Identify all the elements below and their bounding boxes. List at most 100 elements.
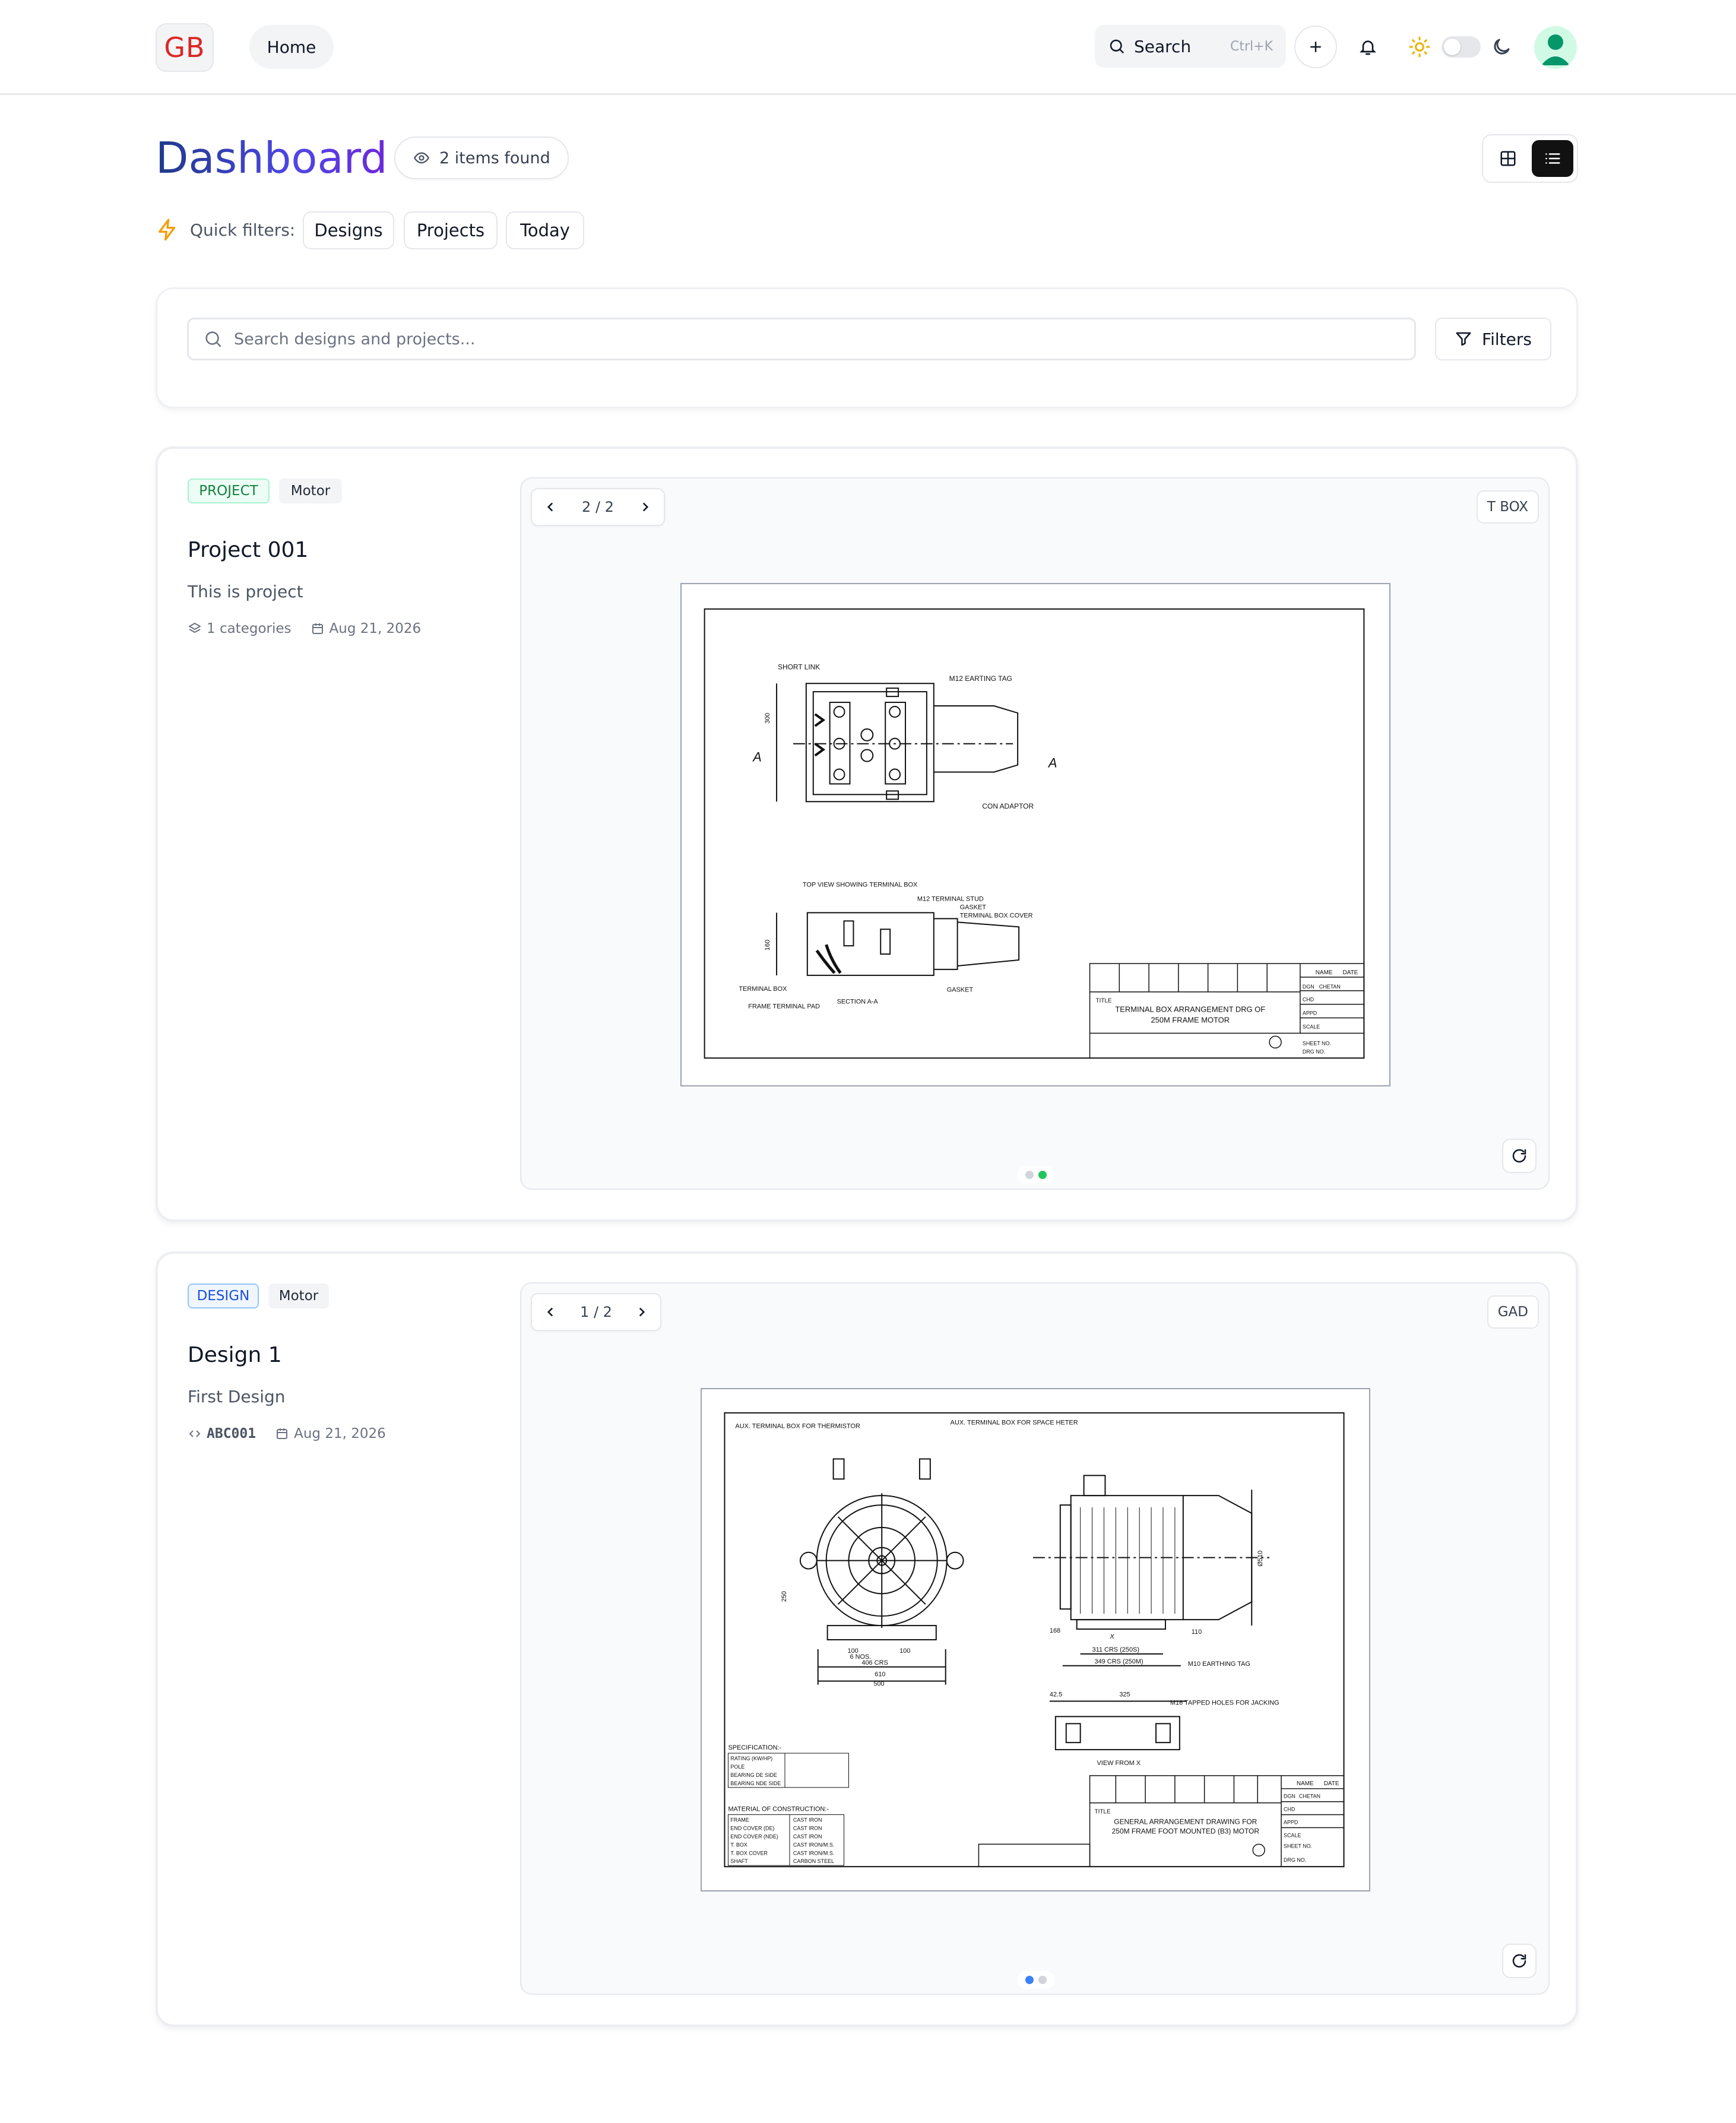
- sheet-dot-1-active[interactable]: [1025, 1976, 1034, 1984]
- drawing-dim-250: 250: [781, 1591, 788, 1602]
- global-search-button[interactable]: Search Ctrl+K: [1095, 25, 1286, 68]
- drawing-label-6-nos: 6 NOS.: [850, 1653, 871, 1661]
- title-block-title-label: TITLE: [1095, 1809, 1111, 1815]
- title-block-name: NAME: [1316, 969, 1333, 976]
- item-type-badge: PROJECT: [188, 479, 270, 503]
- drawing-label-top-view: TOP VIEW SHOWING TERMINAL BOX: [803, 882, 918, 889]
- drawing-dim-dia-510: Ø510: [1257, 1551, 1264, 1567]
- funnel-icon: [1456, 332, 1471, 346]
- chevron-right-icon[interactable]: [638, 499, 653, 515]
- drawing-dim-160: 160: [764, 940, 771, 950]
- drawing-label-aux-tb-thermistor: AUX. TERMINAL BOX FOR THERMISTOR: [735, 1423, 860, 1430]
- sheet-dots: [1017, 1971, 1055, 1989]
- view-mode-toggle: [1482, 134, 1578, 183]
- notifications-button[interactable]: [1356, 35, 1380, 59]
- spec-row-pole: POLE: [730, 1764, 745, 1770]
- search-input[interactable]: [234, 329, 1362, 348]
- drawing-label-gasket-top: GASKET: [960, 904, 987, 911]
- item-date-text: Aug 21, 2026: [329, 621, 422, 636]
- user-avatar[interactable]: [1534, 26, 1577, 69]
- design-code-text: ABC001: [207, 1426, 256, 1441]
- spec-row-bearing-de: BEARING DE SIDE: [730, 1772, 777, 1778]
- drawing-label-m12-terminal-stud: M12 TERMINAL STUD: [917, 895, 984, 902]
- chevron-left-icon[interactable]: [543, 499, 558, 515]
- sheet-dot-1[interactable]: [1025, 1171, 1034, 1179]
- top-navigation-bar: GB Home Search Ctrl+K: [0, 0, 1736, 95]
- grid-view-button[interactable]: [1489, 140, 1527, 177]
- material-row-1-part: FRAME: [730, 1817, 749, 1823]
- drawing-label-m12-earting-tag: M12 EARTING TAG: [949, 674, 1012, 683]
- material-row-3-material: CAST IRON: [793, 1833, 822, 1839]
- sheet-pager: 1 / 2: [531, 1293, 661, 1331]
- title-block-name: NAME: [1297, 1780, 1314, 1787]
- title-block-drg-no: DRG NO.: [1303, 1048, 1325, 1054]
- title-block-date: DATE: [1324, 1780, 1339, 1787]
- calendar-icon: [277, 1428, 288, 1439]
- drawing-label-short-link: SHORT LINK: [778, 663, 820, 671]
- drawing-label-m16-tapped-holes: M16 TAPPED HOLES FOR JACKING: [1170, 1699, 1279, 1706]
- drawing-title-line-2: 250M FRAME MOTOR: [1151, 1016, 1230, 1025]
- quick-filter-today[interactable]: Today: [506, 211, 584, 249]
- general-arrangement-drawing: AUX. TERMINAL BOX FOR THERMISTOR AUX. TE…: [701, 1388, 1370, 1891]
- material-row-4-part: T. BOX: [730, 1842, 747, 1848]
- plus-icon: [1310, 42, 1321, 52]
- item-description: First Design: [188, 1387, 286, 1406]
- spec-title: SPECIFICATION:-: [728, 1744, 781, 1751]
- spec-row-bearing-nde: BEARING NDE SIDE: [730, 1780, 781, 1786]
- item-title[interactable]: Project 001: [188, 538, 308, 562]
- item-title[interactable]: Design 1: [188, 1343, 282, 1367]
- item-meta: 1 categories Aug 21, 2026: [188, 621, 440, 636]
- theme-toggle[interactable]: [1442, 36, 1481, 58]
- user-icon: [1534, 26, 1577, 69]
- items-found-text: 2 items found: [439, 148, 550, 167]
- drawing-dim-500: 500: [873, 1681, 884, 1688]
- sun-icon: [1409, 36, 1430, 58]
- material-row-5-part: T. BOX COVER: [730, 1850, 768, 1856]
- item-card-project-001[interactable]: PROJECT Motor Project 001 This is projec…: [156, 446, 1578, 1222]
- spec-row-rating: RATING (KW/HP): [730, 1756, 772, 1761]
- drawing-label-gasket-bottom: GASKET: [947, 987, 974, 994]
- search-button-label: Search: [1134, 36, 1192, 56]
- refresh-button[interactable]: [1502, 1139, 1537, 1173]
- sheet-dot-2[interactable]: [1038, 1976, 1047, 1984]
- sheet-pager-text: 1 / 2: [580, 1304, 612, 1320]
- categories-count: 1 categories: [188, 621, 292, 636]
- quick-filter-designs[interactable]: Designs: [303, 211, 394, 249]
- category-badge: Motor: [268, 1284, 329, 1308]
- drawing-dim-110: 110: [1192, 1628, 1202, 1636]
- filters-button[interactable]: Filters: [1435, 318, 1551, 360]
- drawing-viewer[interactable]: 1 / 2 GAD AUX. TERMINAL BOX FOR THERMIST…: [520, 1282, 1550, 1995]
- list-view-button[interactable]: [1532, 140, 1573, 177]
- drawing-label-a-left: A: [752, 750, 762, 765]
- item-card-design-1[interactable]: DESIGN Motor Design 1 First Design ABC00…: [156, 1251, 1578, 2027]
- refresh-icon: [1512, 1954, 1526, 1968]
- drawing-viewer[interactable]: 2 / 2 T BOX SHORT LINK M12 EARTING TAG C…: [520, 477, 1550, 1190]
- sheet-dot-2-active[interactable]: [1038, 1171, 1047, 1179]
- category-badge: Motor: [279, 479, 342, 503]
- drawing-label-terminal-box: TERMINAL BOX: [739, 986, 787, 993]
- theme-toggle-knob: [1444, 39, 1461, 55]
- app-logo[interactable]: GB: [156, 23, 214, 72]
- chevron-left-icon[interactable]: [543, 1304, 558, 1320]
- sheet-tag: T BOX: [1476, 490, 1539, 524]
- add-button[interactable]: [1294, 26, 1337, 68]
- drawing-title-line-1: GENERAL ARRANGEMENT DRAWING FOR: [1114, 1818, 1257, 1826]
- lightning-icon: [159, 218, 176, 241]
- drawing-dim-100-right: 100: [899, 1647, 910, 1655]
- quick-filter-projects[interactable]: Projects: [404, 211, 498, 249]
- quick-filters-label: Quick filters:: [190, 220, 296, 240]
- drawing-dim-311-crs: 311 CRS (250S): [1092, 1646, 1139, 1653]
- refresh-icon: [1512, 1149, 1526, 1163]
- title-block-sheet: SHEET NO.: [1303, 1040, 1331, 1046]
- drawing-title-line-1: TERMINAL BOX ARRANGEMENT DRG OF: [1115, 1005, 1265, 1014]
- dark-theme-button[interactable]: [1489, 34, 1514, 59]
- moon-icon: [1494, 39, 1510, 55]
- material-row-6-material: CARBON STEEL: [793, 1858, 834, 1864]
- home-button[interactable]: Home: [249, 25, 334, 69]
- refresh-button[interactable]: [1502, 1944, 1537, 1978]
- chevron-right-icon[interactable]: [634, 1304, 650, 1320]
- title-block-drg-no: DRG NO.: [1284, 1857, 1306, 1863]
- light-theme-button[interactable]: [1407, 34, 1432, 59]
- item-meta: ABC001 Aug 21, 2026: [188, 1426, 405, 1441]
- page-title: Dashboard: [156, 133, 388, 183]
